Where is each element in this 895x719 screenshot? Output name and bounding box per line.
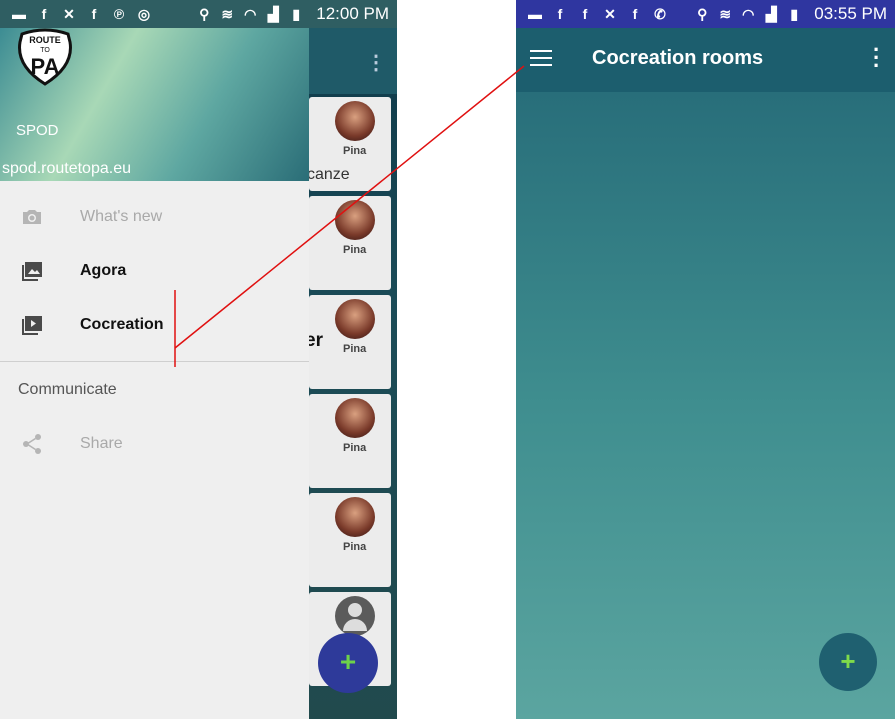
status-time: 12:00 PM <box>316 4 389 23</box>
drawer-item-label: What's new <box>80 208 163 225</box>
avatar <box>335 398 375 438</box>
drawer-item-label: Share <box>80 435 123 452</box>
right-phone-screen: ▬ f f ✕ f ✆ ⚲ ≋ ◠ ▟ ▮ 03:55 PM Cocreatio… <box>516 0 895 719</box>
avatar <box>335 497 375 537</box>
drawer-item-cocreation[interactable]: Cocreation <box>0 298 309 352</box>
avatar-name: Pina <box>343 343 367 355</box>
logo-line1: ROUTE <box>29 35 61 45</box>
status-bar: ▬ f f ✕ f ✆ ⚲ ≋ ◠ ▟ ▮ 03:55 PM <box>516 0 895 28</box>
left-phone-screen: ▬ f ✕ f ℗ ◎ ⚲ ≋ ◠ ▟ ▮ 12:00 PM ⋮ Pina ca… <box>0 0 397 719</box>
drawer-item-agora[interactable]: Agora <box>0 244 309 298</box>
share-icon <box>23 434 41 454</box>
camera-icon <box>23 210 41 224</box>
photo-icon <box>22 262 42 281</box>
signal-icon: ▟ <box>267 6 279 22</box>
menu-icon[interactable] <box>530 50 552 68</box>
wifi-icon: ◠ <box>244 6 257 22</box>
facebook-icon: f <box>632 6 638 22</box>
video-library-icon <box>22 316 42 335</box>
account-name: SPOD <box>16 122 59 139</box>
overflow-menu-icon[interactable]: ⋮ <box>366 50 386 75</box>
wifi-icon: ◠ <box>742 6 755 22</box>
facebook-icon: f <box>91 6 97 22</box>
page-title: Cocreation rooms <box>592 47 764 69</box>
app-bar: Cocreation rooms · · · <box>516 28 895 92</box>
list-item[interactable]: Pina <box>309 394 391 488</box>
drawer-header: ROUTE TO PA SPOD spod.routetopa.eu <box>0 28 309 181</box>
facebook-icon: f <box>557 6 563 22</box>
route-to-pa-logo: ROUTE TO PA <box>18 28 72 86</box>
missed-call-icon: ✕ <box>63 6 75 22</box>
list-item[interactable]: Pina <box>309 493 391 587</box>
battery-icon: ▮ <box>790 6 799 22</box>
avatar <box>335 101 375 141</box>
missed-call-icon: ✕ <box>604 6 616 22</box>
section-header-communicate: Communicate <box>18 381 117 398</box>
avatar-name: Pina <box>343 145 367 157</box>
signal-icon: ▟ <box>765 6 777 22</box>
chat-icon: ▬ <box>12 6 26 22</box>
logo-line2: TO <box>40 47 50 54</box>
drawer-item-label: Cocreation <box>80 316 164 333</box>
overflow-menu-icon[interactable]: · · · <box>873 39 880 77</box>
sync-icon: ◎ <box>137 6 151 22</box>
facebook-icon: f <box>582 6 588 22</box>
location-icon: ⚲ <box>697 6 708 22</box>
drawer-item-whats-new[interactable]: What's new <box>0 190 309 244</box>
vibrate-icon: ≋ <box>719 6 732 22</box>
status-bar: ▬ f ✕ f ℗ ◎ ⚲ ≋ ◠ ▟ ▮ 12:00 PM <box>0 0 397 28</box>
avatar <box>335 200 375 240</box>
logo-line3: PA <box>31 54 60 79</box>
drawer-item-label: Agora <box>80 262 127 279</box>
account-url: spod.routetopa.eu <box>2 160 131 177</box>
divider <box>0 361 309 362</box>
vibrate-icon: ≋ <box>221 6 234 22</box>
avatar-name: Pina <box>343 442 367 454</box>
avatar <box>335 299 375 339</box>
avatar-name: Pina <box>343 541 367 553</box>
avatar-name: Pina <box>343 244 367 256</box>
rooms-list <box>516 92 895 719</box>
card-text-fragment: canze <box>307 166 350 183</box>
navigation-drawer: ROUTE TO PA SPOD spod.routetopa.eu What'… <box>0 28 309 719</box>
drawer-item-share[interactable]: Share <box>0 417 309 471</box>
default-avatar-icon <box>335 596 375 636</box>
status-time: 03:55 PM <box>814 4 887 23</box>
add-room-button[interactable]: + <box>819 633 877 691</box>
add-button[interactable]: + <box>318 633 378 693</box>
facebook-icon: f <box>41 6 47 22</box>
list-item[interactable]: Pina <box>309 196 391 290</box>
battery-icon: ▮ <box>292 6 301 22</box>
chat-icon: ▬ <box>528 6 542 22</box>
pinterest-icon: ℗ <box>113 6 125 22</box>
location-icon: ⚲ <box>199 6 210 22</box>
whatsapp-icon: ✆ <box>654 6 666 22</box>
